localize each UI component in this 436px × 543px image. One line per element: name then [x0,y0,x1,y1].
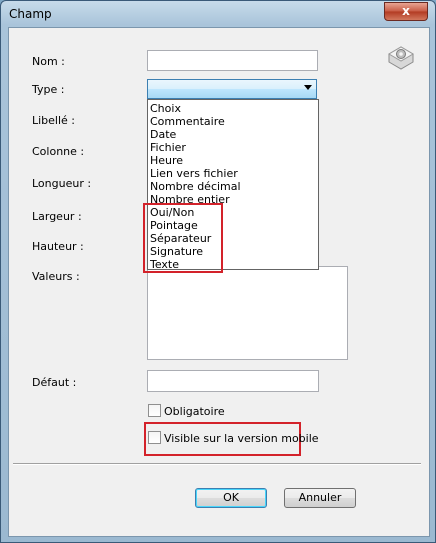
dialog-window: Champ x Nom : Type : Libellé : Colonne :… [0,0,436,543]
gear-icon [388,46,414,70]
visible-mobile-checkbox[interactable] [148,431,161,444]
defaut-input[interactable] [147,370,319,392]
close-icon: x [402,4,410,18]
type-option-choix[interactable]: Choix [150,102,181,115]
type-option-commentaire[interactable]: Commentaire [150,115,225,128]
type-option-fichier[interactable]: Fichier [150,141,186,154]
libelle-label: Libellé : [32,114,76,127]
divider [13,463,421,465]
close-button[interactable]: x [384,2,428,21]
type-label: Type : [32,83,65,96]
hauteur-label: Hauteur : [32,240,84,253]
title-bar[interactable]: Champ x [1,1,435,27]
obligatoire-label: Obligatoire [164,405,225,418]
window-title: Champ [9,7,52,21]
type-select[interactable] [147,79,317,99]
colonne-label: Colonne : [32,145,85,158]
obligatoire-checkbox[interactable] [148,404,161,417]
valeurs-label: Valeurs : [32,270,80,283]
type-option-date[interactable]: Date [150,128,176,141]
annuler-button[interactable]: Annuler [284,488,356,508]
highlight-box-new-types [143,203,223,273]
longueur-label: Longueur : [32,177,92,190]
type-option-heure[interactable]: Heure [150,154,183,167]
valeurs-textarea[interactable] [147,266,348,360]
type-option-nombre-decimal[interactable]: Nombre décimal [150,180,241,193]
chevron-down-icon[interactable] [304,85,312,90]
visible-mobile-label: Visible sur la version mobile [164,432,319,445]
nom-input[interactable] [147,50,318,71]
nom-label: Nom : [32,55,65,68]
largeur-label: Largeur : [32,210,82,223]
dialog-body: Nom : Type : Libellé : Colonne : Longueu… [8,27,430,537]
ok-button[interactable]: OK [195,488,267,508]
defaut-label: Défaut : [32,376,77,389]
type-option-lien-vers-fichier[interactable]: Lien vers fichier [150,167,238,180]
